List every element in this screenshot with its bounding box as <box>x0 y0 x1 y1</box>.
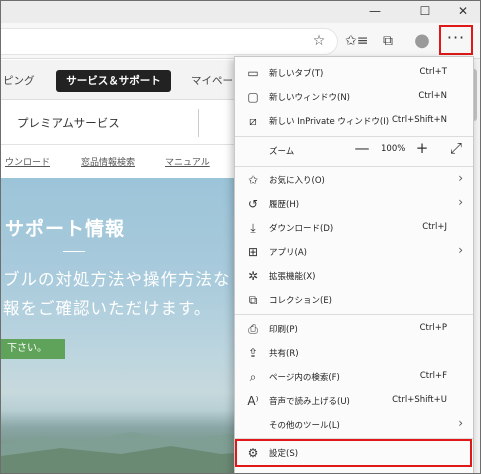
chevron-right-icon: › <box>458 416 463 430</box>
menu-item-new-inprivate[interactable]: ⧄ 新しい InPrivate ウィンドウ(I) Ctrl+Shift+N <box>235 109 473 133</box>
find-on-page-icon: ⌕ <box>249 370 257 384</box>
hero-text-line-1: ブルの対処方法や操作方法な <box>3 270 231 289</box>
maximize-button[interactable]: ☐ <box>407 1 443 23</box>
browser-window: — ☐ ✕ ☆ ✩≡ ⧉ ● ··· ピング サービス＆サポート マイペー プレ… <box>0 0 481 474</box>
menu-item-label: 印刷(P) <box>269 325 298 335</box>
menu-item-label: 新しい InPrivate ウィンドウ(I) <box>269 117 390 127</box>
address-bar[interactable]: ☆ <box>1 28 338 55</box>
menu-item-label: その他のツール(L) <box>269 421 340 431</box>
menu-item-zoom: ズーム — 100% + ⤢ <box>235 137 473 165</box>
favorites-icon[interactable]: ✩≡ <box>345 30 368 52</box>
menu-divider <box>235 314 473 315</box>
apps-icon: ⊞ <box>247 245 259 259</box>
profile-avatar-icon[interactable]: ● <box>411 30 433 52</box>
favorites-icon: ✩ <box>247 173 259 187</box>
browser-toolbar: ☆ ✩≡ ⧉ ● ··· <box>1 23 480 59</box>
settings-highlight-box <box>235 439 472 467</box>
zoom-in-button[interactable]: + <box>413 139 431 157</box>
menu-item-label: 履歴(H) <box>269 200 300 210</box>
product-search-link[interactable]: 窓品情報検索 <box>81 155 135 168</box>
menu-item-label: 新しいウィンドウ(N) <box>269 93 350 103</box>
menu-item-share[interactable]: ⇪ 共有(R) <box>235 341 473 365</box>
menu-item-label: お気に入り(O) <box>269 176 325 186</box>
extensions-puzzle-icon: ✲ <box>247 269 259 283</box>
collections-icon: ⧉ <box>248 293 258 307</box>
zoom-level: 100% <box>381 144 406 154</box>
hero-text-line-2: 報をご確認いただけます。 <box>3 299 212 318</box>
print-icon: ⎙ <box>248 322 258 336</box>
menu-item-shortcut: Ctrl+N <box>418 91 447 101</box>
share-icon: ⇪ <box>247 346 259 360</box>
close-button[interactable]: ✕ <box>445 1 480 23</box>
premium-service-link[interactable]: プレミアムサービス <box>17 115 120 131</box>
history-icon: ↺ <box>247 197 259 211</box>
menu-item-downloads[interactable]: ⤓ ダウンロード(D) Ctrl+J <box>235 216 473 240</box>
chevron-right-icon: › <box>458 171 463 185</box>
zoom-label: ズーム <box>269 147 295 157</box>
menu-item-collections[interactable]: ⧉ コレクション(E) <box>235 288 473 312</box>
menu-item-shortcut: Ctrl+J <box>422 222 447 232</box>
nav-item-shopping[interactable]: ピング <box>3 73 35 88</box>
add-favorite-star-icon[interactable]: ☆ <box>308 30 330 52</box>
hero-button[interactable]: 下さい。 <box>1 339 65 359</box>
nav-item-mypage[interactable]: マイペー <box>191 73 233 88</box>
new-window-icon: ▢ <box>247 90 259 104</box>
hero-title: サポート情報 <box>5 218 126 240</box>
menu-item-favorites[interactable]: ✩ お気に入り(O) › <box>235 168 473 192</box>
menu-item-label: ダウンロード(D) <box>269 224 334 234</box>
menu-item-label: 拡張機能(X) <box>269 272 316 282</box>
inprivate-icon: ⧄ <box>249 114 257 128</box>
menu-item-label: ページ内の検索(F) <box>269 373 340 383</box>
divider <box>198 109 199 137</box>
menu-item-label: 新しいタブ(T) <box>269 69 324 79</box>
read-aloud-icon: A⁾ <box>247 394 259 408</box>
zoom-out-button[interactable]: — <box>353 139 371 157</box>
menu-item-new-window[interactable]: ▢ 新しいウィンドウ(N) Ctrl+N <box>235 85 473 109</box>
menu-item-apps[interactable]: ⊞ アプリ(A) › <box>235 240 473 264</box>
menu-item-shortcut: Ctrl+F <box>419 371 447 381</box>
menu-item-label: 音声で読み上げる(U) <box>269 397 350 407</box>
menu-item-read-aloud[interactable]: A⁾ 音声で読み上げる(U) Ctrl+Shift+U <box>235 389 473 413</box>
menu-item-label: 共有(R) <box>269 349 299 359</box>
menu-item-shortcut: Ctrl+T <box>419 67 447 77</box>
manual-link[interactable]: マニュアル <box>165 155 210 168</box>
menu-item-shortcut: Ctrl+P <box>419 323 447 333</box>
chevron-right-icon: › <box>458 195 463 209</box>
settings-and-more-menu: ▭ 新しいタブ(T) Ctrl+T ▢ 新しいウィンドウ(N) Ctrl+N ⧄… <box>234 56 474 473</box>
hero-divider <box>63 251 85 252</box>
menu-item-more-tools[interactable]: その他のツール(L) › <box>235 413 473 437</box>
menu-item-new-tab[interactable]: ▭ 新しいタブ(T) Ctrl+T <box>235 61 473 85</box>
menu-item-label: コレクション(E) <box>269 296 333 306</box>
menu-divider <box>235 166 473 167</box>
menu-item-label: アプリ(A) <box>269 248 307 258</box>
fullscreen-button[interactable]: ⤢ <box>447 139 465 157</box>
menu-item-history[interactable]: ↺ 履歴(H) › <box>235 192 473 216</box>
chevron-right-icon: › <box>458 243 463 257</box>
nav-item-service-support[interactable]: サービス＆サポート <box>56 70 171 92</box>
download-icon: ⤓ <box>250 221 256 235</box>
minimize-button[interactable]: — <box>357 1 393 23</box>
new-tab-icon: ▭ <box>247 66 259 80</box>
menu-item-shortcut: Ctrl+Shift+U <box>392 395 447 405</box>
menu-item-find-on-page[interactable]: ⌕ ページ内の検索(F) Ctrl+F <box>235 365 473 389</box>
title-bar: — ☐ ✕ <box>1 1 480 23</box>
settings-and-more-button[interactable]: ··· <box>439 25 473 55</box>
menu-item-print[interactable]: ⎙ 印刷(P) Ctrl+P <box>235 317 473 341</box>
collections-icon[interactable]: ⧉ <box>377 30 399 52</box>
download-link[interactable]: ウンロード <box>5 155 50 168</box>
menu-item-shortcut: Ctrl+Shift+N <box>391 115 447 125</box>
menu-item-extensions[interactable]: ✲ 拡張機能(X) <box>235 264 473 288</box>
